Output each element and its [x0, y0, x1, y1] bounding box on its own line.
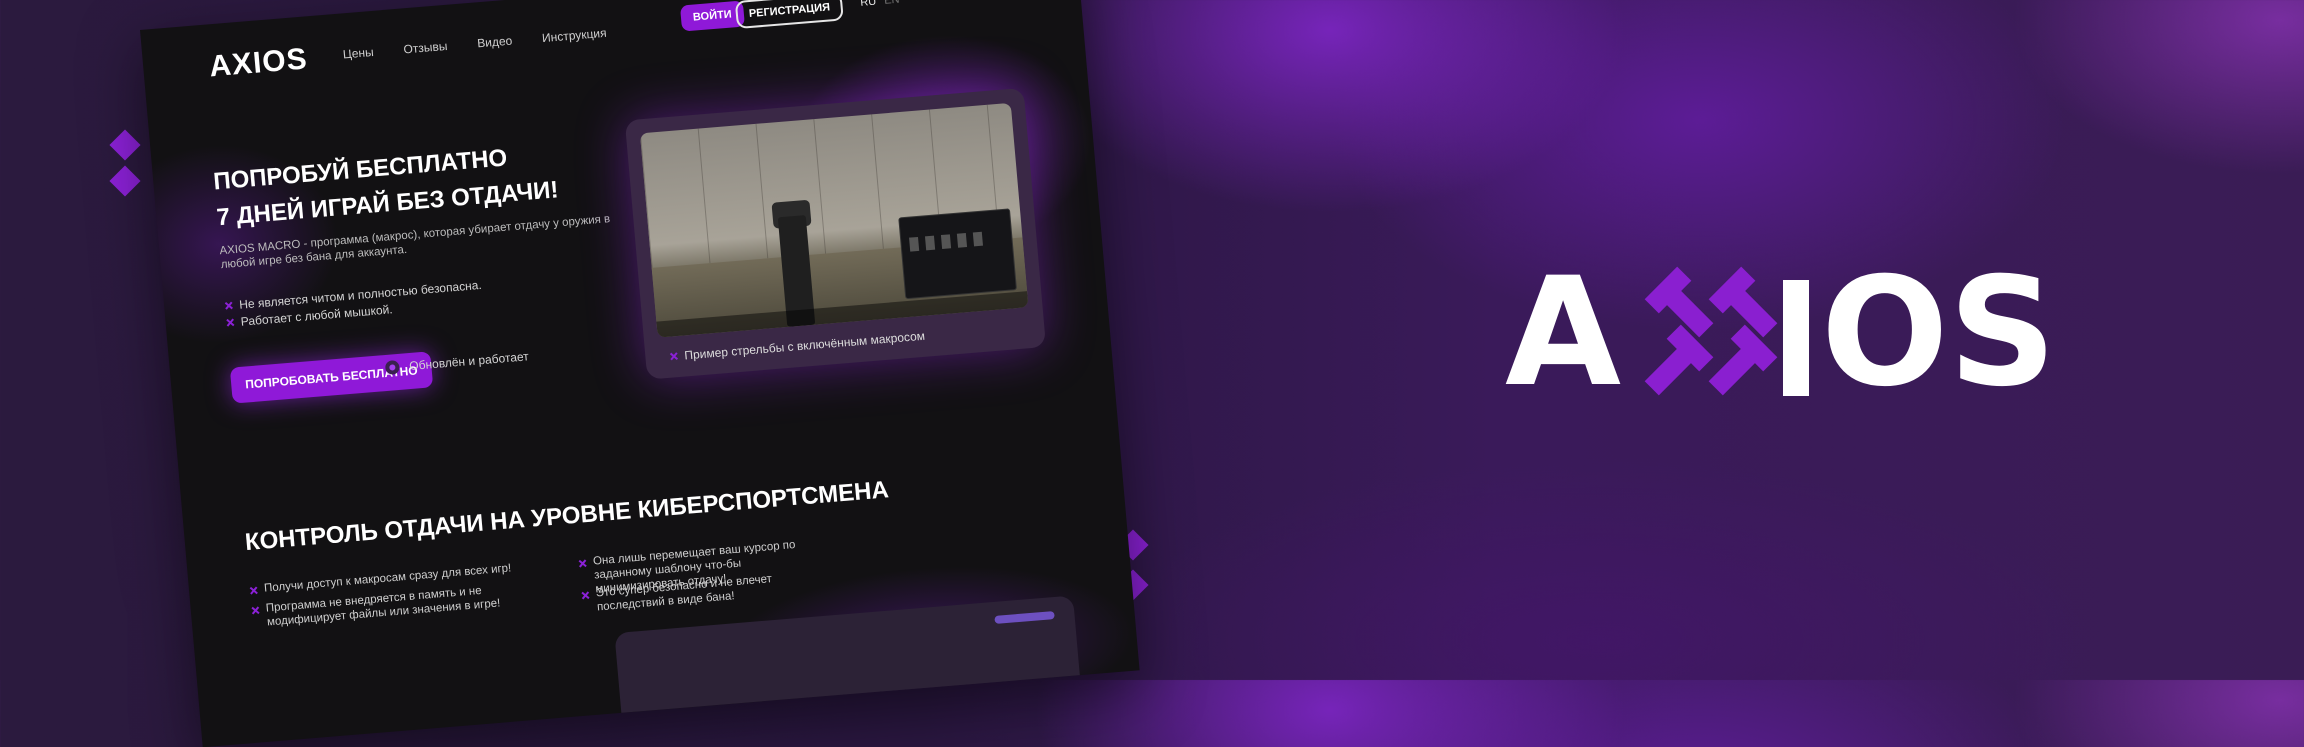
x-bullet-icon: [581, 590, 591, 600]
x-bullet-icon: [669, 351, 679, 361]
register-button[interactable]: РЕГИСТРАЦИЯ: [734, 0, 845, 30]
bottom-card: [614, 595, 1084, 747]
video-caption: Пример стрельбы с включённым макросом: [669, 329, 926, 364]
x-bullet-icon: [251, 605, 261, 615]
website-mockup: AXIOS Цены Отзывы Видео Инструкция ВОЙТИ…: [140, 0, 1140, 747]
status-dot-icon: [384, 359, 400, 375]
video-player[interactable]: [639, 102, 1029, 338]
lang-en[interactable]: EN: [884, 0, 900, 7]
x-mark-left-icon: [108, 128, 144, 198]
video-card: Пример стрельбы с включённым макросом: [624, 87, 1047, 380]
x-bullet-icon: [578, 558, 588, 568]
brand-logo: A OS: [1505, 246, 2057, 420]
nav-item-prices[interactable]: Цены: [342, 45, 374, 61]
top-nav: Цены Отзывы Видео Инструкция: [342, 26, 607, 62]
x-bullet-icon: [224, 301, 234, 311]
login-button[interactable]: ВОЙТИ: [679, 0, 745, 32]
nav-item-instructions[interactable]: Инструкция: [541, 26, 607, 45]
site-logo[interactable]: AXIOS: [208, 42, 309, 84]
macro-overlay-window: [898, 208, 1017, 300]
video-caption-text: Пример стрельбы с включённым макросом: [683, 328, 926, 363]
lang-ru[interactable]: RU: [860, 0, 877, 9]
x-bullet-icon: [225, 318, 235, 328]
x-bullet-icon: [249, 585, 259, 595]
brand-logo-x-icon: [1644, 266, 1779, 396]
nav-item-reviews[interactable]: Отзывы: [403, 39, 448, 57]
nav-item-video[interactable]: Видео: [477, 34, 513, 51]
language-switcher: RU EN: [860, 0, 900, 9]
